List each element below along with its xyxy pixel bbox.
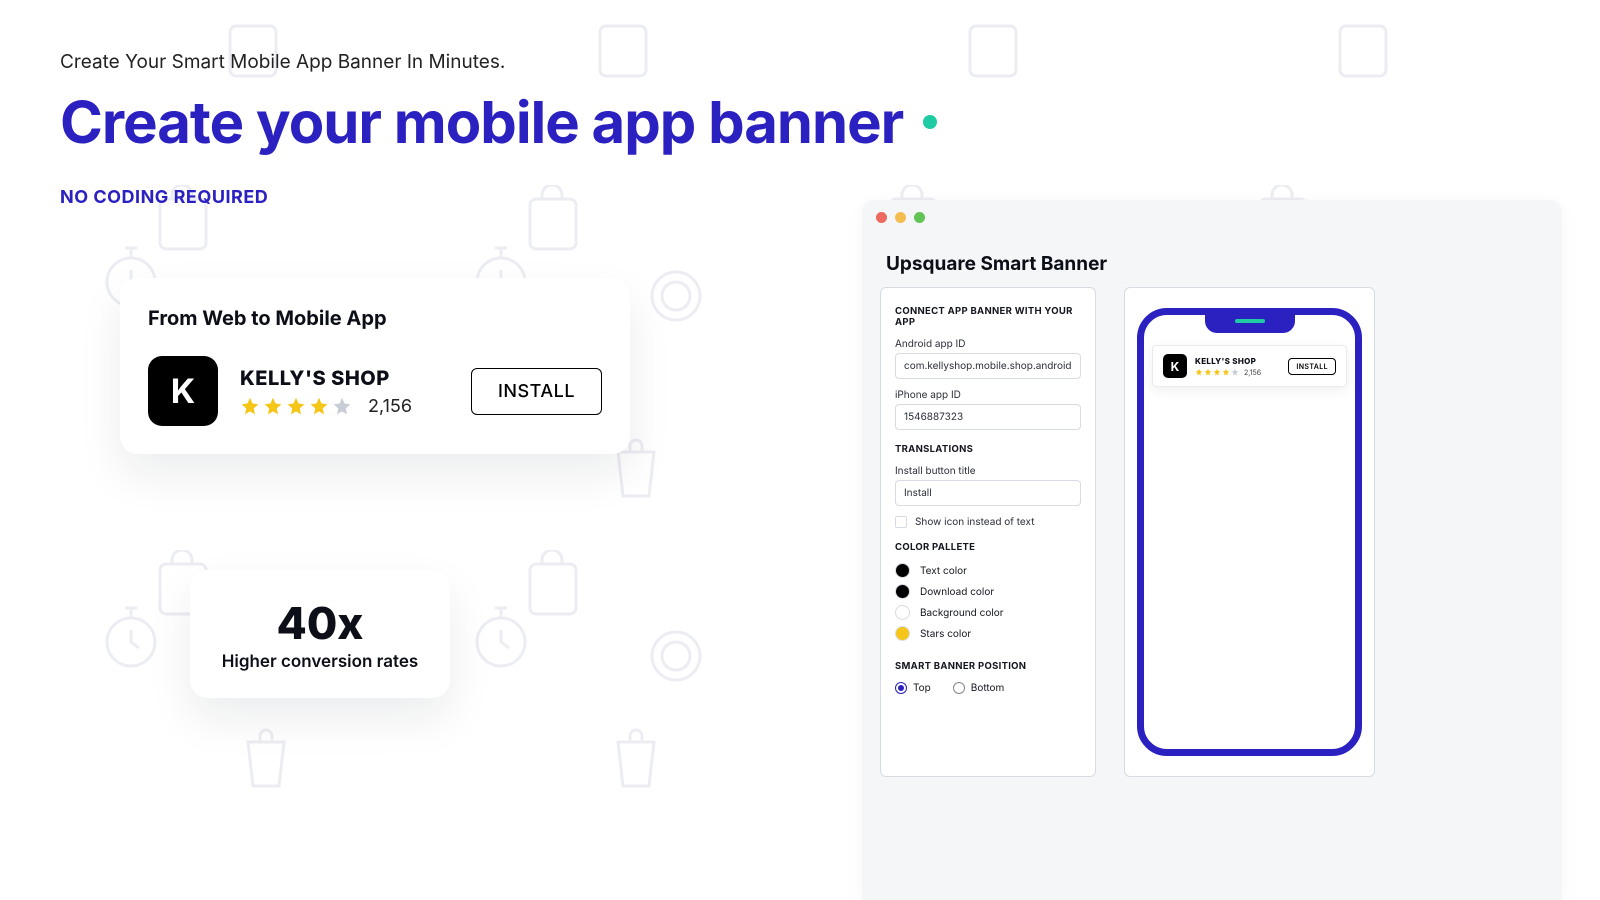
- label-iphone-id: iPhone app ID: [895, 389, 1081, 401]
- star-icon: [1195, 368, 1203, 376]
- star-icon: [1204, 368, 1212, 376]
- mini-rating-count: 2,156: [1244, 368, 1261, 377]
- star-icon: [1231, 368, 1239, 376]
- mini-app-name: KELLY'S SHOP: [1195, 356, 1280, 366]
- show-icon-checkbox[interactable]: [895, 516, 907, 528]
- accent-dot-icon: [923, 115, 937, 129]
- label-android-id: Android app ID: [895, 338, 1081, 350]
- stat-caption: Higher conversion rates: [218, 652, 422, 672]
- section-palette: COLOR PALLETE: [895, 542, 1081, 553]
- swatch-background-color[interactable]: [895, 605, 910, 620]
- mini-install-button[interactable]: INSTALL: [1288, 358, 1336, 375]
- section-translations: TRANSLATIONS: [895, 444, 1081, 455]
- radio-position-top[interactable]: Top: [895, 682, 931, 694]
- stat-value: 40x: [218, 596, 422, 650]
- window-minimize-icon[interactable]: [895, 212, 906, 223]
- phone-notch-icon: [1205, 315, 1295, 333]
- label-show-icon: Show icon instead of text: [915, 516, 1034, 528]
- page-lead: Create Your Smart Mobile App Banner In M…: [60, 50, 1540, 73]
- star-icon: [240, 396, 260, 416]
- app-rating-count: 2,156: [368, 396, 412, 417]
- window-titlebar: [862, 200, 1562, 234]
- swatch-stars-color[interactable]: [895, 626, 910, 641]
- banner-preview-card: From Web to Mobile App K KELLY'S SHOP 2,…: [120, 278, 630, 454]
- section-position: SMART BANNER POSITION: [895, 661, 1081, 672]
- config-window: Upsquare Smart Banner CONNECT APP BANNER…: [862, 200, 1562, 900]
- app-name: KELLY'S SHOP: [240, 366, 449, 390]
- install-title-input[interactable]: [895, 480, 1081, 506]
- star-icon: [286, 396, 306, 416]
- star-icon: [1213, 368, 1221, 376]
- page-title: Create your mobile app banner: [60, 87, 1540, 157]
- window-close-icon[interactable]: [876, 212, 887, 223]
- swatch-text-color[interactable]: [895, 563, 910, 578]
- card1-heading: From Web to Mobile App: [148, 306, 602, 330]
- star-icon: [263, 396, 283, 416]
- star-icon: [332, 396, 352, 416]
- label-text-color: Text color: [920, 565, 967, 577]
- panel-title: Upsquare Smart Banner: [862, 234, 1562, 287]
- swatch-download-color[interactable]: [895, 584, 910, 599]
- radio-position-bottom[interactable]: Bottom: [953, 682, 1005, 694]
- label-stars-color: Stars color: [920, 628, 971, 640]
- install-button[interactable]: INSTALL: [471, 368, 602, 415]
- label-download-color: Download color: [920, 586, 994, 598]
- iphone-id-input[interactable]: [895, 404, 1081, 430]
- star-icon: [1222, 368, 1230, 376]
- phone-preview-card: K KELLY'S SHOP 2,156 INSTALL: [1124, 287, 1375, 777]
- phone-mock: K KELLY'S SHOP 2,156 INSTALL: [1137, 308, 1362, 756]
- label-install-title: Install button title: [895, 465, 1081, 477]
- settings-form: CONNECT APP BANNER WITH YOUR APP Android…: [880, 287, 1096, 777]
- label-background-color: Background color: [920, 607, 1004, 619]
- app-logo-icon: K: [148, 356, 218, 426]
- app-rating-stars: [240, 396, 352, 416]
- star-icon: [309, 396, 329, 416]
- mini-stars: [1195, 368, 1239, 376]
- phone-banner-preview: K KELLY'S SHOP 2,156 INSTALL: [1152, 345, 1347, 387]
- stat-card: 40x Higher conversion rates: [190, 570, 450, 698]
- window-zoom-icon[interactable]: [914, 212, 925, 223]
- android-id-input[interactable]: [895, 353, 1081, 379]
- mini-app-logo-icon: K: [1163, 354, 1187, 378]
- section-connect: CONNECT APP BANNER WITH YOUR APP: [895, 306, 1081, 328]
